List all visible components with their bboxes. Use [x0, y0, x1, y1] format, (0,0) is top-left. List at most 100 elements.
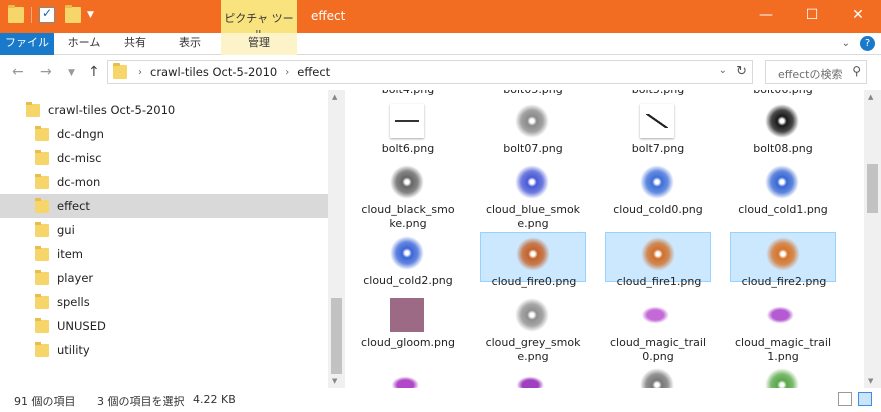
- scrollbar-thumb[interactable]: [331, 298, 342, 374]
- folder-icon: [35, 341, 49, 357]
- tree-item-spells[interactable]: spells: [0, 290, 328, 314]
- scroll-up-arrow-icon[interactable]: ▲: [868, 93, 873, 101]
- forward-arrow-icon[interactable]: →: [40, 64, 52, 80]
- file-label: bolt7.png: [631, 142, 685, 155]
- breadcrumb-chevron-icon[interactable]: ›: [285, 67, 289, 78]
- file-item[interactable]: cloud_grey_smok e.png: [480, 294, 586, 363]
- content-scrollbar[interactable]: ▲ ▼: [864, 90, 881, 388]
- file-item[interactable]: cloud_cold1.png: [730, 161, 836, 216]
- file-label: bolt4.png: [355, 90, 461, 97]
- file-thumbnail: [390, 298, 424, 332]
- file-item[interactable]: cloud_gloom.png: [355, 294, 461, 349]
- file-item[interactable]: cloud_magic_trail 0.png: [605, 294, 711, 363]
- folder-icon: [8, 5, 24, 23]
- recent-locations-chevron-icon[interactable]: ▼: [68, 68, 75, 78]
- file-item[interactable]: cloud_black_smo ke.png: [355, 161, 461, 230]
- file-thumbnail: [640, 298, 674, 332]
- file-item[interactable]: [355, 364, 461, 388]
- breadcrumb: › crawl-tiles Oct-5-2010 › effect: [138, 65, 330, 79]
- file-label: bolt07.png: [503, 142, 563, 155]
- file-label: cloud_grey_smok: [485, 336, 581, 349]
- tree-item-gui[interactable]: gui: [0, 218, 328, 242]
- tree-item-utility[interactable]: utility: [0, 338, 328, 362]
- tree-item-root[interactable]: crawl-tiles Oct-5-2010: [0, 98, 328, 122]
- ribbon-tabs: ファイル ホーム 共有 表示 管理 ⌄ ?: [0, 33, 881, 55]
- expand-ribbon-chevron-icon[interactable]: ⌄: [842, 38, 850, 49]
- file-item[interactable]: cloud_fire0.png: [480, 232, 586, 288]
- file-item[interactable]: cloud_fire1.png: [605, 232, 711, 288]
- file-item[interactable]: [605, 364, 711, 388]
- address-bar[interactable]: › crawl-tiles Oct-5-2010 › effect ⌄ ↻: [107, 60, 753, 84]
- window-title: effect: [311, 9, 346, 23]
- selection-count: 3 個の項目を選択: [97, 395, 185, 408]
- properties-icon[interactable]: [39, 6, 55, 23]
- tab-file[interactable]: ファイル: [0, 33, 54, 55]
- close-button[interactable]: ✕: [835, 0, 881, 33]
- file-item[interactable]: cloud_cold2.png: [355, 232, 461, 287]
- file-item[interactable]: bolt07.png: [480, 100, 586, 155]
- file-item[interactable]: cloud_magic_trail 1.png: [730, 294, 836, 363]
- tree-item-player[interactable]: player: [0, 266, 328, 290]
- file-item[interactable]: bolt6.png: [355, 100, 461, 155]
- large-icons-view-icon[interactable]: [858, 392, 872, 406]
- file-item[interactable]: [480, 364, 586, 388]
- quick-access-toolbar: ▼: [8, 5, 94, 23]
- tree-item-unused[interactable]: UNUSED: [0, 314, 328, 338]
- scrollbar-thumb[interactable]: [867, 164, 878, 213]
- file-thumbnail: [390, 368, 424, 388]
- file-label: cloud_fire2.png: [741, 275, 827, 288]
- file-label: cloud_cold1.png: [738, 203, 828, 216]
- scroll-down-arrow-icon[interactable]: ▼: [332, 377, 337, 385]
- search-icon: ⚲: [852, 64, 861, 78]
- search-input[interactable]: effectの検索 ⚲: [765, 60, 867, 84]
- file-item[interactable]: [730, 364, 836, 388]
- item-count: 91 個の項目: [14, 395, 76, 408]
- navigation-scrollbar[interactable]: ▲ ▼: [328, 90, 345, 388]
- maximize-button[interactable]: ☐: [789, 0, 835, 33]
- file-thumbnail: [765, 298, 799, 332]
- tree-item-label: utility: [57, 343, 90, 357]
- tab-manage[interactable]: 管理: [221, 33, 297, 55]
- file-item[interactable]: bolt7.png: [605, 100, 711, 155]
- breadcrumb-root[interactable]: crawl-tiles Oct-5-2010: [150, 65, 277, 79]
- file-item[interactable]: bolt08.png: [730, 100, 836, 155]
- scroll-up-arrow-icon[interactable]: ▲: [332, 93, 337, 101]
- folder-icon: [35, 197, 49, 213]
- file-thumbnail: [390, 165, 424, 199]
- customize-qat-chevron-icon[interactable]: ▼: [87, 10, 94, 20]
- tree-item-dc-dngn[interactable]: dc-dngn: [0, 122, 328, 146]
- file-label: cloud_magic_trail: [609, 336, 707, 349]
- scroll-down-arrow-icon[interactable]: ▼: [868, 377, 873, 385]
- folder-icon: [35, 125, 49, 141]
- file-label: bolt06.png: [730, 90, 836, 97]
- selection-size: 4.22 KB: [193, 393, 236, 406]
- folder-icon: [35, 269, 49, 285]
- file-label: bolt05.png: [480, 90, 586, 97]
- tree-item-effect[interactable]: effect: [0, 194, 328, 218]
- file-thumbnail: [390, 236, 424, 270]
- tab-share[interactable]: 共有: [113, 33, 157, 55]
- help-icon[interactable]: ?: [860, 36, 875, 51]
- minimize-button[interactable]: —: [743, 0, 789, 33]
- file-label-line2: 1.png: [767, 350, 799, 363]
- folder-icon: [35, 221, 49, 237]
- refresh-icon[interactable]: ↻: [736, 64, 747, 79]
- tab-home[interactable]: ホーム: [59, 33, 109, 55]
- address-dropdown-chevron-icon[interactable]: ⌄: [719, 65, 727, 76]
- tree-item-dc-mon[interactable]: dc-mon: [0, 170, 328, 194]
- breadcrumb-current[interactable]: effect: [297, 65, 330, 79]
- file-label: cloud_gloom.png: [361, 336, 455, 349]
- file-item[interactable]: cloud_fire2.png: [730, 232, 836, 288]
- file-item[interactable]: cloud_cold0.png: [605, 161, 711, 216]
- tab-view[interactable]: 表示: [162, 33, 218, 55]
- file-label: cloud_cold2.png: [363, 274, 453, 287]
- new-folder-icon[interactable]: [65, 5, 81, 23]
- tree-item-label: dc-misc: [57, 151, 102, 165]
- file-item[interactable]: cloud_blue_smok e.png: [480, 161, 586, 230]
- breadcrumb-chevron-icon[interactable]: ›: [138, 67, 142, 78]
- back-arrow-icon[interactable]: ←: [12, 64, 24, 80]
- details-view-icon[interactable]: [838, 392, 852, 406]
- up-arrow-icon[interactable]: ↑: [88, 64, 100, 80]
- tree-item-item[interactable]: item: [0, 242, 328, 266]
- tree-item-dc-misc[interactable]: dc-misc: [0, 146, 328, 170]
